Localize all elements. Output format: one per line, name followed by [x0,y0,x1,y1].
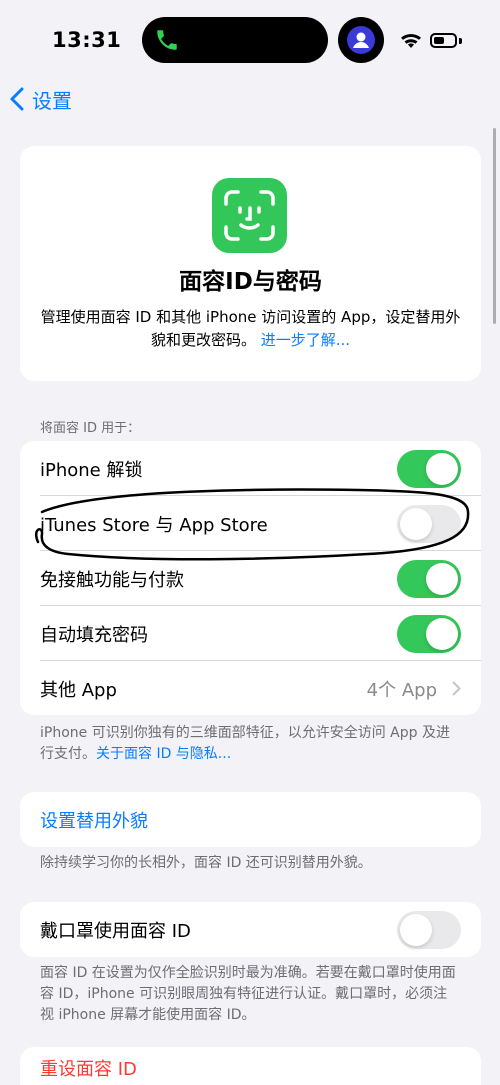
mask-card: 戴口罩使用面容 ID [20,902,481,957]
phone-call-icon [157,30,177,50]
faceid-icon [224,190,275,241]
scroll-indicator[interactable] [493,128,496,324]
row-iphone-unlock: iPhone 解锁 [20,441,481,496]
back-label: 设置 [32,88,72,113]
use-section-footnote: iPhone 可识别你独有的三维面部特征，以允许安全访问 App 及进行支付。关… [40,723,460,765]
row-label: 戴口罩使用面容 ID [40,920,191,942]
row-label: iPhone 解锁 [40,459,143,481]
row-itunes-app-store: iTunes Store 与 App Store [20,496,481,551]
camera-island [338,17,384,63]
page-title: 面容ID与密码 [179,269,322,295]
use-section-header: 将面容 ID 用于： [40,421,141,436]
chevron-left-icon [10,87,24,111]
row-label: 自动填充密码 [40,624,148,646]
reset-card: 重设面容 ID [20,1047,481,1085]
reset-label: 重设面容 ID [40,1059,137,1080]
wifi-icon [401,34,421,48]
status-bar: 13:31 [0,0,500,80]
use-for-card: iPhone 解锁 iTunes Store 与 App Store 免接触功能… [20,441,481,715]
autofill-passwords-toggle[interactable] [397,614,461,653]
reset-face-id-button[interactable]: 重设面容 ID [20,1047,481,1085]
hero-description-text: 管理使用面容 ID 和其他 iPhone 访问设置的 App，设定替用外貌和更改… [40,308,461,349]
face-id-with-mask-toggle[interactable] [397,910,461,949]
set-alternate-appearance-button[interactable]: 设置替用外貌 [20,792,481,847]
dynamic-island[interactable] [142,17,328,63]
row-other-apps[interactable]: 其他 App 4个 App [20,661,481,716]
chevron-right-icon [452,681,461,696]
hero-card: 面容ID与密码 管理使用面容 ID 和其他 iPhone 访问设置的 App，设… [20,146,481,381]
contactless-payment-toggle[interactable] [397,559,461,598]
row-face-id-with-mask: 戴口罩使用面容 ID [20,902,481,957]
other-apps-count: 4个 App [366,679,437,701]
iphone-unlock-toggle[interactable] [397,449,461,488]
learn-more-link[interactable]: 进一步了解... [261,331,350,349]
row-contactless-payment: 免接触功能与付款 [20,551,481,606]
row-label: 免接触功能与付款 [40,569,184,591]
itunes-app-store-toggle[interactable] [397,504,461,543]
battery-tip [459,38,462,44]
status-time: 13:31 [52,28,122,52]
back-button[interactable]: 设置 [10,84,72,114]
mask-footnote: 面容 ID 在设置为仅作全脸识别时最为准确。若要在戴口罩时使用面容 ID，iPh… [40,965,456,1023]
alternate-appearance-footnote: 除持续学习你的长相外，面容 ID 还可识别替用外貌。 [40,855,372,871]
status-icons [400,31,470,51]
user-avatar-icon [347,26,375,54]
alternate-appearance-label: 设置替用外貌 [40,810,148,832]
row-label: 其他 App [40,679,117,701]
battery-icon [430,33,457,48]
row-label: iTunes Store 与 App Store [40,514,268,536]
faceid-app-icon [212,178,287,253]
alternate-appearance-card: 设置替用外貌 [20,792,481,847]
privacy-link[interactable]: 关于面容 ID 与隐私... [96,746,231,762]
hero-description: 管理使用面容 ID 和其他 iPhone 访问设置的 App，设定替用外貌和更改… [40,306,461,352]
row-autofill-passwords: 自动填充密码 [20,606,481,661]
